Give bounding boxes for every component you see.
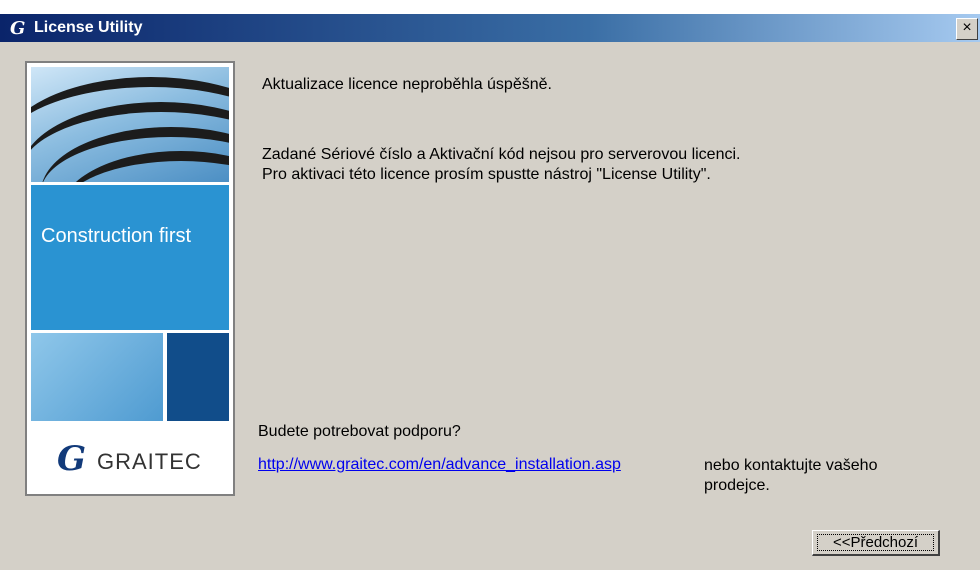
- building-photo: [31, 67, 229, 182]
- sidebar-graphic: Construction first G GRAITEC: [25, 61, 235, 496]
- graitec-logo: G GRAITEC: [31, 425, 229, 491]
- support-link[interactable]: http://www.graitec.com/en/advance_instal…: [258, 456, 621, 474]
- error-message: Zadané Sériové číslo a Aktivační kód nej…: [262, 145, 740, 185]
- dark-blue-tile: [167, 333, 229, 421]
- graitec-logo-text: GRAITEC: [97, 449, 202, 474]
- title-bar[interactable]: G License Utility ×: [0, 14, 980, 42]
- graitec-logo-icon: G: [57, 439, 87, 479]
- previous-button[interactable]: <<Předchozí: [812, 530, 940, 556]
- close-button[interactable]: ×: [956, 18, 978, 40]
- contact-text: nebo kontaktujte vašeho prodejce.: [704, 457, 878, 494]
- previous-button-label: <<Předchozí: [832, 534, 919, 551]
- license-utility-window: G License Utility × Construction first G…: [0, 0, 980, 570]
- error-line-2: Pro aktivaci této licence prosím spustte…: [262, 166, 711, 183]
- banner-band: Construction first: [31, 185, 229, 330]
- close-icon: ×: [962, 19, 972, 36]
- support-question: Budete potrebovat podporu?: [258, 423, 461, 440]
- window-title: License Utility: [34, 19, 143, 36]
- status-message: Aktualizace licence neproběhla úspěšně.: [262, 76, 552, 93]
- graitec-g-icon: G: [10, 18, 26, 39]
- error-line-1: Zadané Sériové číslo a Aktivační kód nej…: [262, 146, 741, 163]
- structure-photo: [31, 333, 163, 421]
- banner-text: Construction first: [41, 225, 192, 247]
- top-strip: [0, 0, 980, 14]
